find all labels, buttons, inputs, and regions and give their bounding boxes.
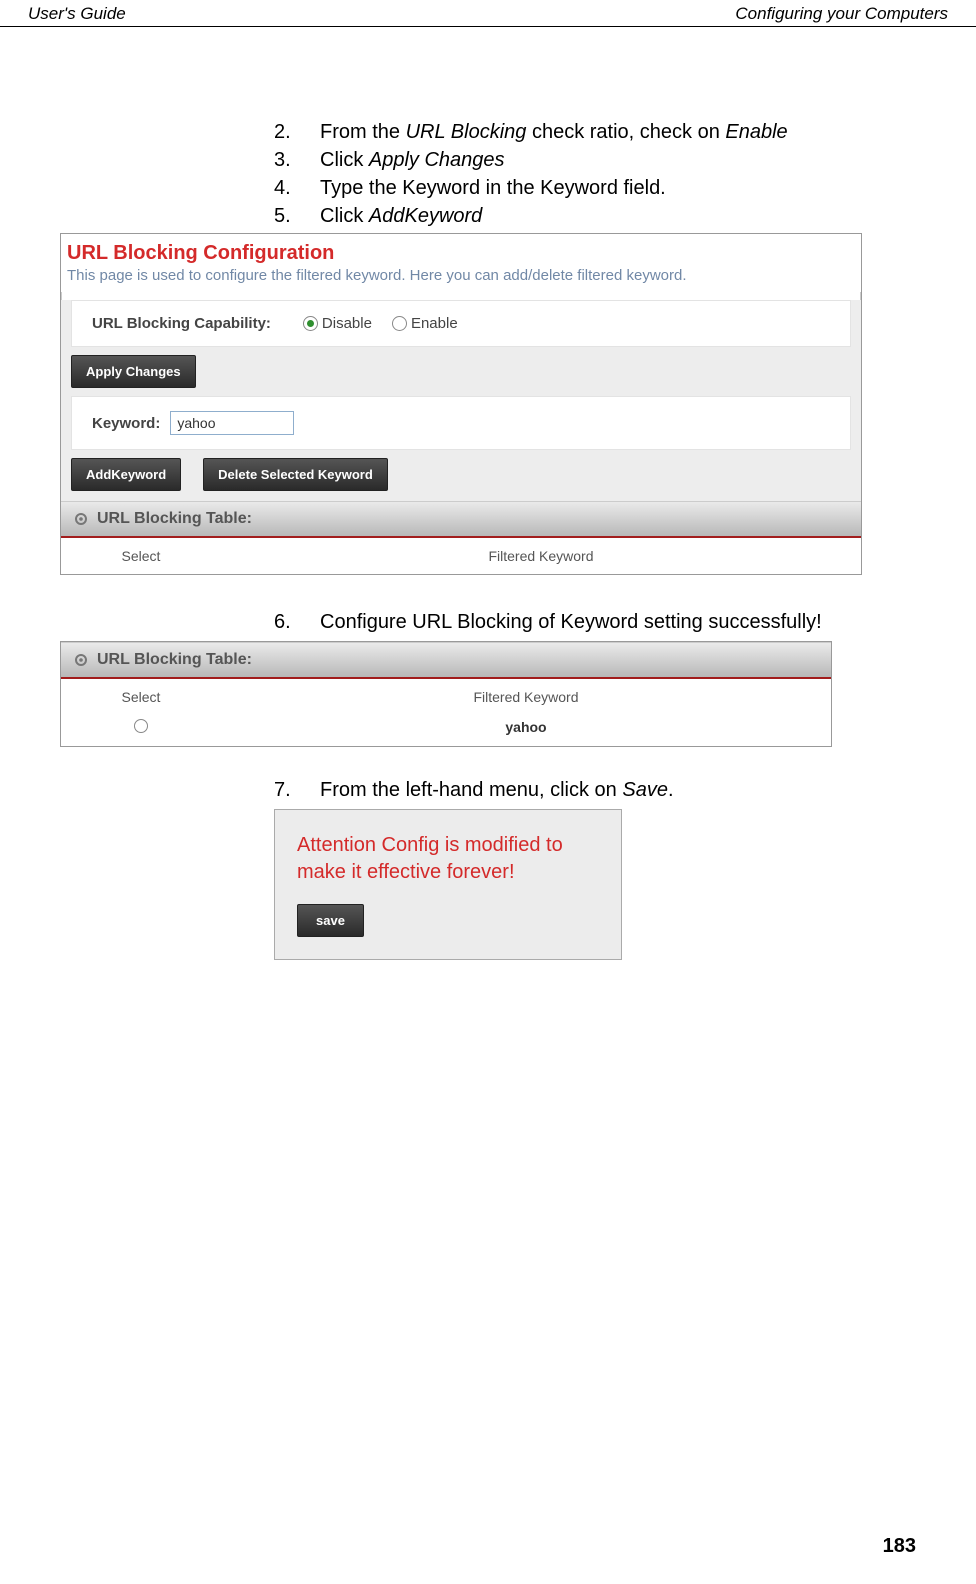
attention-text: Attention Config is modified to make it … <box>297 832 607 886</box>
blocking-table-title: URL Blocking Table: <box>97 510 252 528</box>
blocking-table-header-bar: URL Blocking Table: <box>61 501 861 538</box>
steps-list-1: 2. From the URL Blocking check ratio, ch… <box>60 119 916 229</box>
steps-list-2: 6. Configure URL Blocking of Keyword set… <box>60 609 916 635</box>
step-7: 7. From the left-hand menu, click on Sav… <box>274 777 916 803</box>
screenshot-url-blocking-table: URL Blocking Table: Select Filtered Keyw… <box>60 641 832 747</box>
apply-changes-button[interactable]: Apply Changes <box>71 355 196 388</box>
table-row: yahoo <box>61 715 831 746</box>
step-text: Configure URL Blocking of Keyword settin… <box>320 609 822 635</box>
page-content: 2. From the URL Blocking check ratio, ch… <box>0 27 976 960</box>
add-keyword-button[interactable]: AddKeyword <box>71 458 181 491</box>
blocking-table-title: URL Blocking Table: <box>97 651 252 669</box>
step-text: Click Apply Changes <box>320 147 505 173</box>
step-num: 4. <box>274 175 302 201</box>
capability-panel: URL Blocking Capability: Disable Enable <box>71 300 851 347</box>
step-num: 2. <box>274 119 302 145</box>
config-description: This page is used to configure the filte… <box>61 265 861 292</box>
config-body: URL Blocking Capability: Disable Enable … <box>61 300 861 574</box>
row-select[interactable] <box>61 719 221 736</box>
header-left: User's Guide <box>28 4 126 24</box>
blocking-table-header-bar: URL Blocking Table: <box>61 642 831 679</box>
step-2: 2. From the URL Blocking check ratio, ch… <box>274 119 916 145</box>
keyword-panel: Keyword: <box>71 396 851 450</box>
save-button[interactable]: save <box>297 904 364 937</box>
col-filtered-keyword: Filtered Keyword <box>221 689 831 705</box>
col-select: Select <box>61 689 221 705</box>
radio-enable-wrap[interactable]: Enable <box>392 315 458 332</box>
step-num: 7. <box>274 777 302 803</box>
config-title: URL Blocking Configuration <box>61 234 861 265</box>
screenshot-url-blocking-config: URL Blocking Configuration This page is … <box>60 233 862 575</box>
header-right: Configuring your Computers <box>735 4 948 24</box>
blocking-table-columns: Select Filtered Keyword <box>61 538 861 574</box>
keyword-label: Keyword: <box>92 415 160 432</box>
step-text: Type the Keyword in the Keyword field. <box>320 175 666 201</box>
col-filtered-keyword: Filtered Keyword <box>221 548 861 564</box>
apply-row: Apply Changes <box>71 355 851 388</box>
step-text: Click AddKeyword <box>320 203 482 229</box>
step-num: 3. <box>274 147 302 173</box>
step-text: From the left-hand menu, click on Save. <box>320 777 674 803</box>
step-4: 4. Type the Keyword in the Keyword field… <box>274 175 916 201</box>
step-5: 5. Click AddKeyword <box>274 203 916 229</box>
capability-radio-group: Disable Enable <box>303 315 472 332</box>
gear-icon <box>73 511 89 527</box>
radio-disable-icon <box>303 316 318 331</box>
blocking-table-columns: Select Filtered Keyword <box>61 679 831 715</box>
step-3: 3. Click Apply Changes <box>274 147 916 173</box>
page-number: 183 <box>883 1535 916 1558</box>
screenshot-save-attention: Attention Config is modified to make it … <box>274 809 622 960</box>
steps-list-3: 7. From the left-hand menu, click on Sav… <box>60 777 916 803</box>
gear-icon <box>73 652 89 668</box>
radio-empty-icon <box>134 719 148 733</box>
delete-keyword-button[interactable]: Delete Selected Keyword <box>203 458 388 491</box>
step-num: 5. <box>274 203 302 229</box>
row-keyword: yahoo <box>221 719 831 736</box>
radio-disable-label: Disable <box>322 315 372 332</box>
radio-enable-icon <box>392 316 407 331</box>
keyword-input[interactable] <box>170 411 294 435</box>
radio-disable-wrap[interactable]: Disable <box>303 315 372 332</box>
radio-enable-label: Enable <box>411 315 458 332</box>
step-text: From the URL Blocking check ratio, check… <box>320 119 788 145</box>
col-select: Select <box>61 548 221 564</box>
step-num: 6. <box>274 609 302 635</box>
keyword-buttons-row: AddKeyword Delete Selected Keyword <box>71 458 851 491</box>
step-6: 6. Configure URL Blocking of Keyword set… <box>274 609 916 635</box>
capability-label: URL Blocking Capability: <box>92 315 271 332</box>
page-header: User's Guide Configuring your Computers <box>0 0 976 27</box>
